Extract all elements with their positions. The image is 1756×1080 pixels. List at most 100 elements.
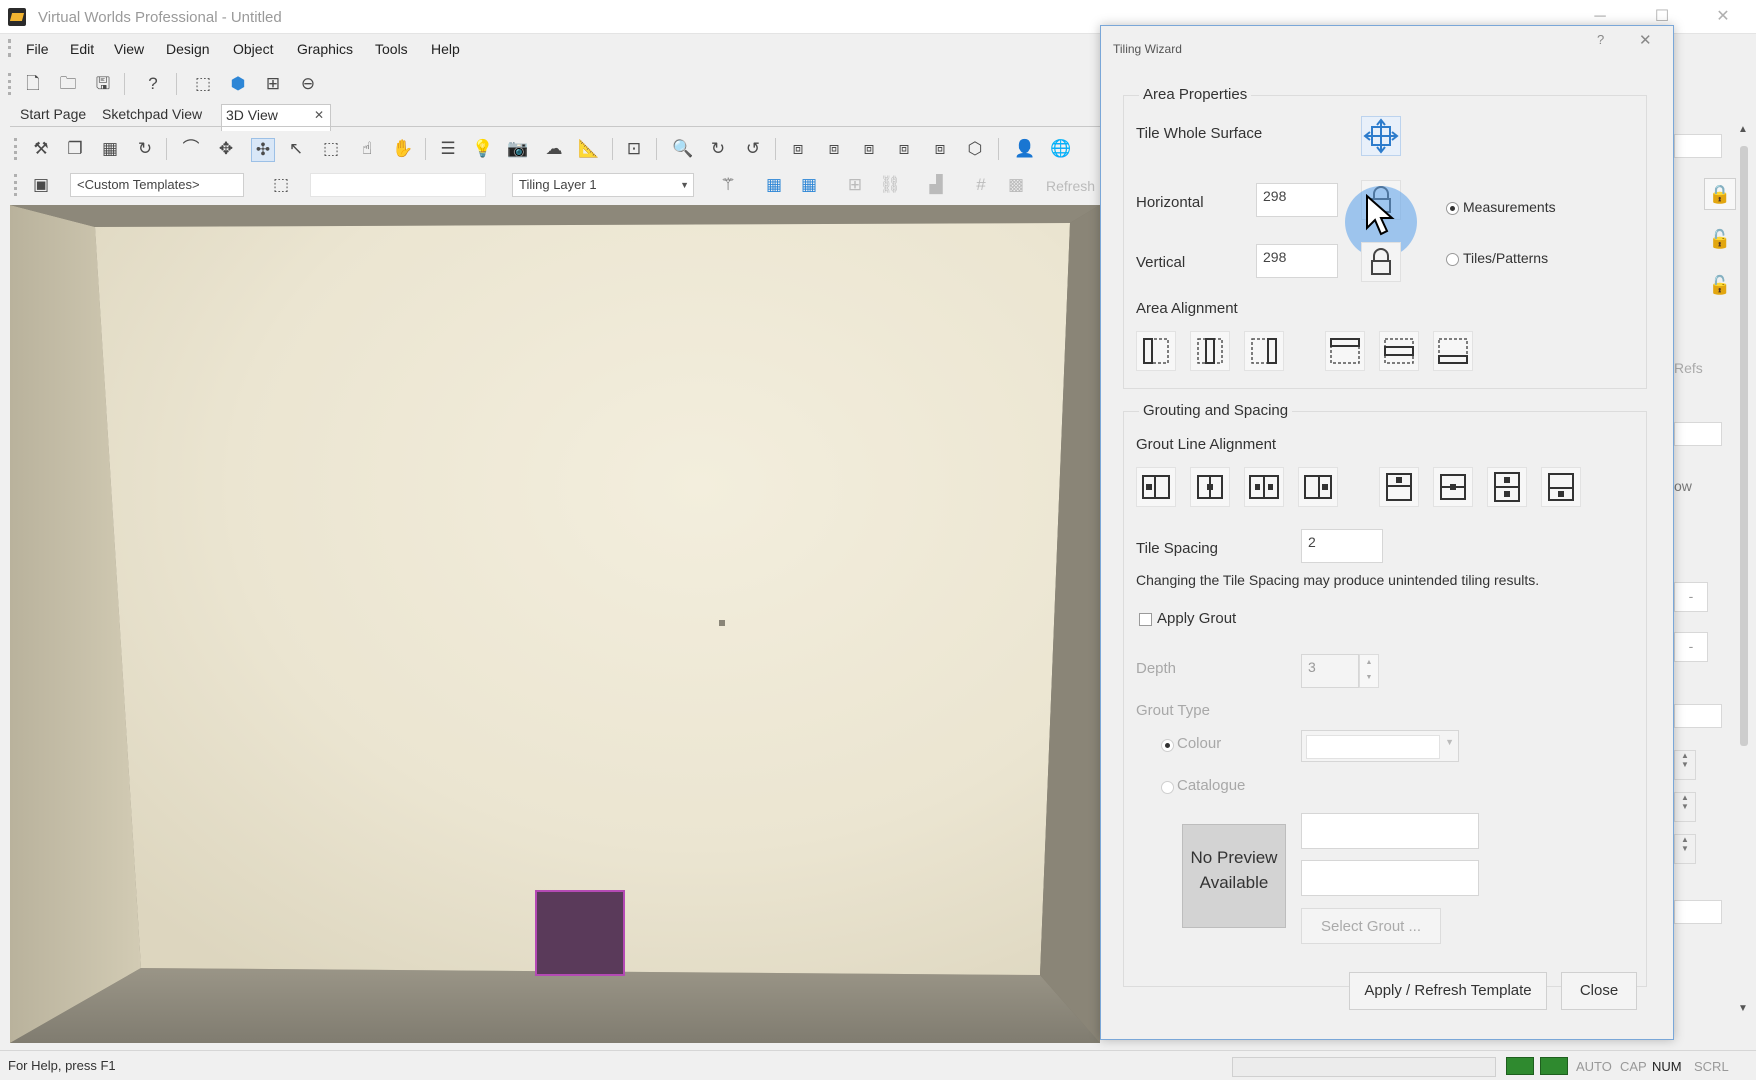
open-folder-icon[interactable]: 🗀 — [57, 73, 79, 95]
stairs-icon[interactable]: ▟ — [925, 174, 947, 196]
rotate-icon[interactable]: ↻ — [134, 138, 156, 160]
magic-select-icon[interactable]: ☝ — [356, 138, 378, 160]
depth-input[interactable]: 3 — [1301, 654, 1359, 688]
tile-spacing-input[interactable]: 2 — [1301, 529, 1383, 563]
window-close-button[interactable]: ✕ — [1703, 4, 1743, 30]
grout-align-grid-button[interactable] — [1487, 467, 1527, 507]
grout-align-bottom-button[interactable] — [1541, 467, 1581, 507]
elevation-icon[interactable]: ⊞ — [262, 73, 284, 95]
redo-rotate-icon[interactable]: ↻ — [707, 138, 729, 160]
unlock-icon[interactable]: 🔓 — [1704, 224, 1736, 256]
pan-icon[interactable]: ✥ — [215, 138, 237, 160]
copy-layers-icon[interactable]: ❐ — [64, 138, 86, 160]
cube-back-icon[interactable]: ⧈ — [929, 138, 951, 160]
select-arrow-icon[interactable]: ↖ — [285, 138, 307, 160]
grout-align-top-button[interactable] — [1379, 467, 1419, 507]
apply-grout-checkbox[interactable] — [1139, 613, 1152, 626]
tile-whole-surface-button[interactable] — [1361, 116, 1401, 156]
cloud-icon[interactable]: ☁ — [543, 138, 565, 160]
add-tile-icon[interactable]: ⊞ — [844, 174, 866, 196]
colour-dropdown[interactable]: ▼ — [1301, 730, 1459, 762]
cube-left-icon[interactable]: ⧈ — [823, 138, 845, 160]
spin-button[interactable]: ▲ ▼ — [1674, 834, 1696, 864]
catalogue-radio[interactable] — [1161, 781, 1174, 794]
save-icon[interactable]: 🖫 — [92, 73, 114, 95]
grout-grid-icon[interactable]: # — [970, 174, 992, 196]
cube-top-icon[interactable]: ⧈ — [858, 138, 880, 160]
selected-tile[interactable] — [535, 890, 625, 976]
globe-icon[interactable]: 🌐 — [1050, 138, 1072, 160]
template-icon[interactable]: ▣ — [30, 174, 52, 196]
vertical-input[interactable]: 298 — [1256, 244, 1338, 278]
cube-front-icon[interactable]: ⧈ — [787, 138, 809, 160]
undo-rotate-icon[interactable]: ↺ — [742, 138, 764, 160]
tile-place-icon[interactable]: ▦ — [763, 174, 785, 196]
help-icon[interactable]: ? — [142, 73, 164, 95]
back-wall[interactable] — [95, 223, 1070, 975]
menu-file[interactable]: File — [26, 41, 49, 57]
zoom-icon[interactable]: 🔍 — [672, 138, 694, 160]
dialog-help-button[interactable]: ? — [1597, 32, 1604, 47]
menu-help[interactable]: Help — [431, 41, 460, 57]
cube-iso-icon[interactable]: ⬡ — [964, 138, 986, 160]
colour-radio[interactable] — [1161, 739, 1174, 752]
pick-template-icon[interactable]: ⬚ — [270, 174, 292, 196]
align-middle-v-button[interactable] — [1379, 331, 1419, 371]
pattern-icon[interactable]: ▩ — [1005, 174, 1027, 196]
menu-tools[interactable]: Tools — [375, 41, 408, 57]
orbit-icon[interactable]: ✣ — [251, 138, 275, 162]
magic-wand-icon[interactable]: ⚚ — [717, 174, 739, 196]
person-icon[interactable]: 👤 — [1014, 138, 1036, 160]
list-icon[interactable]: ☰ — [437, 138, 459, 160]
3d-view-icon[interactable]: ⬢ — [227, 73, 249, 95]
menu-graphics[interactable]: Graphics — [297, 41, 353, 57]
walkthrough-icon[interactable]: ⌒ — [180, 138, 202, 160]
refresh-button[interactable]: Refresh — [1046, 178, 1095, 194]
apply-refresh-template-button[interactable]: Apply / Refresh Template — [1349, 972, 1547, 1010]
grout-align-middle-button[interactable] — [1433, 467, 1473, 507]
cube-right-icon[interactable]: ⧈ — [893, 138, 915, 160]
light-bulb-icon[interactable]: 💡 — [472, 138, 494, 160]
paint-icon[interactable]: ⚒ — [30, 138, 52, 160]
align-left-button[interactable] — [1136, 331, 1176, 371]
align-bottom-button[interactable] — [1433, 331, 1473, 371]
vertical-lock-button[interactable] — [1361, 242, 1401, 282]
3d-viewport[interactable] — [10, 205, 1100, 1043]
camera-icon[interactable]: 📷 — [507, 138, 529, 160]
frame-icon[interactable]: ⊡ — [623, 138, 645, 160]
menu-edit[interactable]: Edit — [70, 41, 94, 57]
refs-label[interactable]: Refs — [1674, 360, 1703, 376]
vr-headset-icon[interactable]: ⊖ — [297, 73, 319, 95]
link-tile-icon[interactable]: ⛓ — [879, 174, 901, 196]
tiling-layer-combo[interactable]: Tiling Layer 1 ▼ — [512, 173, 694, 197]
ruler-icon[interactable]: 📐 — [578, 138, 600, 160]
sketchpad-icon[interactable]: ⬚ — [192, 73, 214, 95]
horizontal-input[interactable]: 298 — [1256, 183, 1338, 217]
menu-object[interactable]: Object — [233, 41, 273, 57]
dialog-close-icon[interactable]: ✕ — [1639, 31, 1652, 49]
menu-view[interactable]: View — [114, 41, 144, 57]
depth-spin-button[interactable]: ▲ ▼ — [1359, 654, 1379, 688]
menu-design[interactable]: Design — [166, 41, 210, 57]
grout-align-left-button[interactable] — [1136, 467, 1176, 507]
grout-align-right-button[interactable] — [1298, 467, 1338, 507]
custom-templates-combo[interactable]: <Custom Templates> — [70, 173, 244, 197]
panel-scrollbar[interactable]: ▲ ▼ — [1736, 124, 1752, 1014]
tiles-patterns-radio[interactable] — [1446, 253, 1459, 266]
unlock-icon[interactable]: 🔓 — [1704, 270, 1736, 302]
template-name-field[interactable] — [310, 173, 486, 197]
spin-button[interactable]: ▲ ▼ — [1674, 792, 1696, 822]
close-button[interactable]: Close — [1561, 972, 1637, 1010]
grid-icon[interactable]: ▦ — [99, 138, 121, 160]
grout-code-field[interactable] — [1301, 860, 1479, 896]
select-area-icon[interactable]: ⬚ — [320, 138, 342, 160]
grout-align-split-button[interactable] — [1244, 467, 1284, 507]
grout-align-center-button[interactable] — [1190, 467, 1230, 507]
grout-name-field[interactable] — [1301, 813, 1479, 849]
select-grout-button[interactable]: Select Grout ... — [1301, 908, 1441, 944]
lock-icon[interactable]: 🔒 — [1704, 178, 1736, 210]
spin-button[interactable]: ▲ ▼ — [1674, 750, 1696, 780]
new-file-icon[interactable]: 🗋 — [22, 73, 44, 95]
measurements-radio[interactable] — [1446, 202, 1459, 215]
tab-close-icon[interactable]: ✕ — [314, 108, 324, 122]
